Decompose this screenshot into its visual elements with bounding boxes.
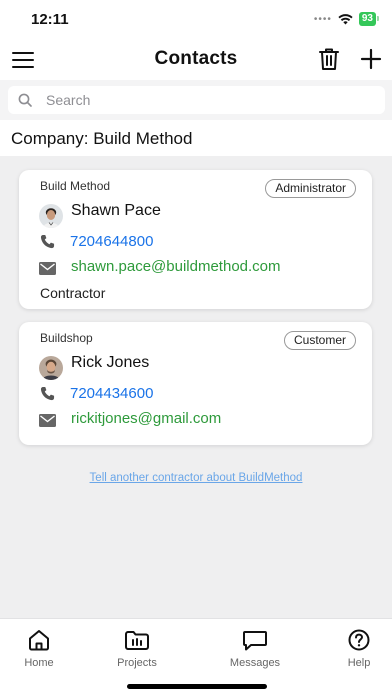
projects-icon xyxy=(125,631,149,650)
tab-messages-label: Messages xyxy=(229,657,281,669)
search-input[interactable] xyxy=(46,86,376,114)
invite-contractor-link[interactable]: Tell another contractor about BuildMetho… xyxy=(0,472,392,484)
contact-card[interactable]: Build Method Administrator Shawn Pace 72… xyxy=(19,170,372,309)
messages-icon xyxy=(243,631,267,651)
tab-help[interactable]: Help xyxy=(324,629,392,669)
company-header: Company: Build Method xyxy=(0,120,392,156)
search-box[interactable] xyxy=(8,86,385,114)
avatar xyxy=(39,356,63,380)
home-icon xyxy=(29,630,49,651)
nav-bar: Contacts xyxy=(0,40,392,80)
phone-icon xyxy=(40,386,55,401)
contact-phone-link[interactable]: 7204434600 xyxy=(70,385,153,402)
plus-icon[interactable] xyxy=(360,48,382,70)
tab-help-label: Help xyxy=(347,657,371,669)
status-indicators: •••• 93 xyxy=(313,12,380,26)
search-bar xyxy=(0,80,392,120)
wifi-icon xyxy=(338,13,353,24)
trash-icon[interactable] xyxy=(318,47,340,71)
contact-card[interactable]: Buildshop Customer Rick Jones 7204434600… xyxy=(19,322,372,445)
contact-email-link[interactable]: rickitjones@gmail.com xyxy=(71,410,221,427)
contact-name: Shawn Pace xyxy=(71,202,161,219)
status-time: 12:11 xyxy=(31,11,69,28)
mail-icon xyxy=(39,414,56,427)
tab-home[interactable]: Home xyxy=(4,629,74,669)
battery-indicator: 93 xyxy=(358,12,380,26)
role-badge: Administrator xyxy=(265,179,356,198)
search-icon xyxy=(18,93,32,107)
avatar xyxy=(39,204,63,228)
status-bar: 12:11 •••• 93 xyxy=(0,0,392,40)
mail-icon xyxy=(39,262,56,275)
contact-email-link[interactable]: shawn.pace@buildmethod.com xyxy=(71,258,281,275)
tab-projects[interactable]: Projects xyxy=(102,629,172,669)
contact-phone-link[interactable]: 7204644800 xyxy=(70,233,153,250)
signal-dots-icon: •••• xyxy=(313,13,332,25)
contact-name: Rick Jones xyxy=(71,354,150,371)
help-icon xyxy=(348,629,370,651)
tab-home-label: Home xyxy=(24,657,54,669)
tab-projects-label: Projects xyxy=(117,657,157,669)
contact-company: Build Method xyxy=(40,179,111,193)
contact-type: Contractor xyxy=(40,285,106,301)
tab-messages[interactable]: Messages xyxy=(220,629,290,669)
company-title: Company: Build Method xyxy=(11,129,193,148)
role-badge: Customer xyxy=(283,331,356,350)
contact-company: Buildshop xyxy=(40,331,93,345)
phone-icon xyxy=(40,234,55,249)
home-indicator xyxy=(127,684,267,689)
